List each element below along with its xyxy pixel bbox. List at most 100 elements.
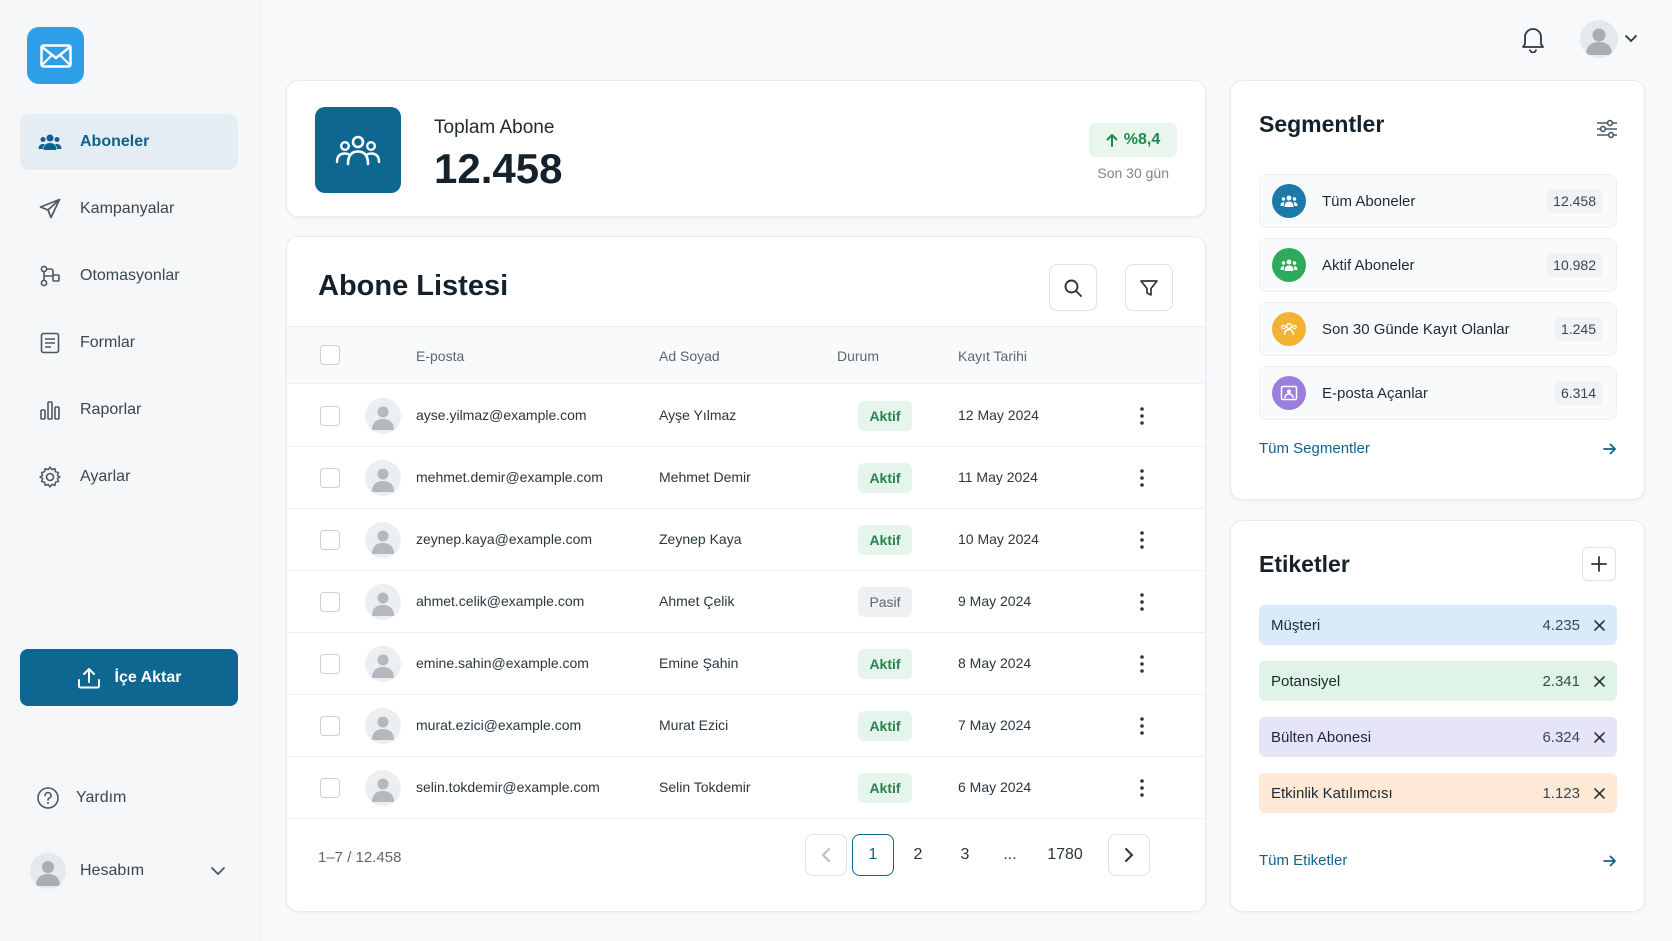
more-options-icon[interactable] [1132, 465, 1152, 491]
avatar [365, 522, 401, 558]
sidebar-item-ayarlar[interactable]: Ayarlar [20, 449, 238, 505]
more-options-icon[interactable] [1132, 403, 1152, 429]
status-badge: Aktif [858, 649, 912, 679]
add-tag-button[interactable] [1582, 547, 1616, 581]
close-icon[interactable] [1594, 619, 1605, 631]
user-icon [372, 778, 394, 802]
segments-card: Segmentler Tüm Aboneler 12.458 Aktif Abo… [1230, 80, 1645, 500]
close-icon[interactable] [1594, 787, 1605, 799]
next-page-button[interactable] [1108, 834, 1150, 876]
row-checkbox[interactable] [320, 716, 340, 736]
plus-icon [1591, 556, 1607, 572]
close-icon[interactable] [1594, 675, 1605, 687]
stat-period: Son 30 gün [1097, 165, 1169, 181]
more-options-icon[interactable] [1132, 775, 1152, 801]
sidebar-item-label: Otomasyonlar [80, 267, 180, 284]
user-icon [372, 530, 394, 554]
sidebar-item-otomasyonlar[interactable]: Otomasyonlar [20, 248, 238, 304]
user-menu[interactable] [1580, 20, 1638, 58]
prev-page-button[interactable] [805, 834, 847, 876]
table-row[interactable]: emine.sahin@example.com Emine Şahin Akti… [287, 633, 1205, 695]
more-options-icon[interactable] [1132, 651, 1152, 677]
row-checkbox[interactable] [320, 592, 340, 612]
chevron-right-icon [1125, 848, 1134, 862]
sidebar-item-formlar[interactable]: Formlar [20, 315, 238, 371]
column-header-date: Kayıt Tarihi [958, 348, 1027, 364]
sidebar-item-aboneler[interactable]: Aboneler [20, 114, 238, 170]
pagination-range: 1–7 / 12.458 [318, 849, 402, 866]
table-row[interactable]: murat.ezici@example.com Murat Ezici Akti… [287, 695, 1205, 757]
users-icon [315, 107, 401, 193]
email-cell: zeynep.kaya@example.com [416, 531, 593, 547]
date-cell: 8 May 2024 [958, 655, 1032, 671]
status-badge: Pasif [858, 587, 912, 617]
table-row[interactable]: mehmet.demir@example.com Mehmet Demir Ak… [287, 447, 1205, 509]
segment-count: 10.982 [1547, 253, 1602, 277]
tag-item-musteri[interactable]: Müşteri 4.235 [1259, 605, 1617, 645]
all-segments-link[interactable]: Tüm Segmentler [1259, 440, 1617, 457]
account-label: Hesabım [80, 862, 145, 879]
segment-item-openers[interactable]: E-posta Açanlar 6.314 [1259, 366, 1617, 420]
user-icon [372, 406, 394, 430]
chevron-left-icon [821, 848, 830, 862]
segment-name: E-posta Açanlar [1322, 384, 1428, 402]
page-button-3[interactable]: 3 [944, 834, 986, 876]
tag-item-bulten[interactable]: Bülten Abonesi 6.324 [1259, 717, 1617, 757]
arrow-right-icon [1603, 443, 1617, 455]
users-icon [1272, 184, 1306, 218]
notifications-button[interactable] [1520, 25, 1546, 58]
app-logo[interactable] [27, 27, 84, 84]
row-checkbox[interactable] [320, 654, 340, 674]
segment-item-all[interactable]: Tüm Aboneler 12.458 [1259, 174, 1617, 228]
segment-item-active[interactable]: Aktif Aboneler 10.982 [1259, 238, 1617, 292]
tag-name: Bülten Abonesi [1271, 728, 1372, 746]
row-checkbox[interactable] [320, 468, 340, 488]
table-row[interactable]: ayse.yilmaz@example.com Ayşe Yılmaz Akti… [287, 385, 1205, 447]
email-cell: emine.sahin@example.com [416, 655, 589, 671]
avatar [365, 584, 401, 620]
user-icon [1586, 28, 1612, 55]
more-options-icon[interactable] [1132, 713, 1152, 739]
page-button-last[interactable]: 1780 [1033, 834, 1097, 876]
date-cell: 6 May 2024 [958, 779, 1032, 795]
growth-badge: %8,4 [1089, 123, 1177, 157]
section-title: Etiketler [1259, 551, 1350, 577]
mail-icon [39, 43, 72, 68]
tag-count: 1.123 [1542, 784, 1580, 802]
row-checkbox[interactable] [320, 406, 340, 426]
row-checkbox[interactable] [320, 778, 340, 798]
sidebar-item-label: Raporlar [80, 401, 142, 418]
table-row[interactable]: zeynep.kaya@example.com Zeynep Kaya Akti… [287, 509, 1205, 571]
table-row[interactable]: ahmet.celik@example.com Ahmet Çelik Pasi… [287, 571, 1205, 633]
date-cell: 11 May 2024 [958, 469, 1038, 485]
tag-item-potansiyel[interactable]: Potansiyel 2.341 [1259, 661, 1617, 701]
settings-sliders-icon[interactable] [1596, 119, 1618, 144]
all-tags-link[interactable]: Tüm Etiketler [1259, 852, 1617, 869]
import-button[interactable]: İçe Aktar [20, 649, 238, 706]
sidebar-item-raporlar[interactable]: Raporlar [20, 382, 238, 438]
row-checkbox[interactable] [320, 530, 340, 550]
sidebar-item-label: Kampanyalar [80, 200, 175, 217]
table-row[interactable]: selin.tokdemir@example.com Selin Tokdemi… [287, 757, 1205, 819]
search-button[interactable] [1049, 264, 1097, 311]
more-options-icon[interactable] [1132, 589, 1152, 615]
user-icon [372, 654, 394, 678]
sidebar-item-kampanyalar[interactable]: Kampanyalar [20, 181, 238, 237]
help-link[interactable]: Yardım [36, 786, 126, 810]
select-all-checkbox[interactable] [320, 345, 340, 365]
segment-name: Son 30 Günde Kayıt Olanlar [1322, 320, 1510, 338]
close-icon[interactable] [1594, 731, 1605, 743]
all-tags-label: Tüm Etiketler [1259, 852, 1348, 869]
page-button-1[interactable]: 1 [852, 834, 894, 876]
filter-button[interactable] [1125, 264, 1173, 311]
date-cell: 7 May 2024 [958, 717, 1032, 733]
page-button-2[interactable]: 2 [897, 834, 939, 876]
tag-item-etkinlik[interactable]: Etkinlik Katılımcısı 1.123 [1259, 773, 1617, 813]
gear-icon [36, 463, 64, 491]
more-options-icon[interactable] [1132, 527, 1152, 553]
bell-icon [1522, 28, 1544, 54]
email-cell: ahmet.celik@example.com [416, 593, 585, 609]
status-badge: Aktif [858, 401, 912, 431]
segment-item-recent[interactable]: Son 30 Günde Kayıt Olanlar 1.245 [1259, 302, 1617, 356]
account-menu[interactable]: Hesabım [30, 853, 226, 889]
